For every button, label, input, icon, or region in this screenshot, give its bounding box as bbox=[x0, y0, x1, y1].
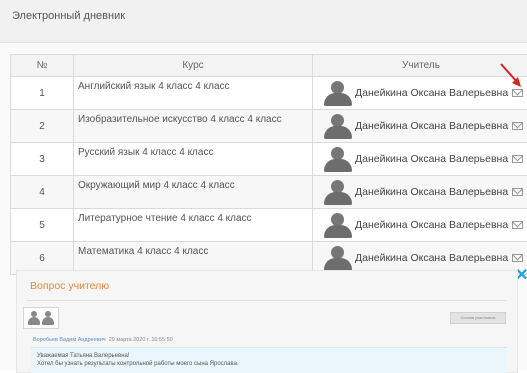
column-header-teacher: Учитель bbox=[313, 55, 527, 77]
course-cell: Английский язык 4 класс 4 класс bbox=[74, 77, 313, 110]
envelope-icon[interactable] bbox=[512, 254, 523, 262]
message-bubble: Уважаемая Татьяна Валерьевна! Хотел бы у… bbox=[31, 347, 507, 373]
teacher-name[interactable]: Данейкина Оксана Валерьевна bbox=[355, 252, 508, 264]
course-link[interactable]: Литературное чтение 4 класс 4 класс bbox=[78, 209, 308, 225]
red-arrow-annotation bbox=[497, 62, 527, 92]
table-row: 3 Русский язык 4 класс 4 класс Данейкина… bbox=[11, 143, 527, 176]
page: Электронный дневник № Курс Учитель 1 Анг… bbox=[0, 0, 527, 371]
page-header: Электронный дневник bbox=[0, 0, 527, 43]
course-cell: Изобразительное искусство 4 класс 4 клас… bbox=[74, 110, 313, 143]
message-date: 29 марта 2020 г. 10:55:50 bbox=[109, 337, 173, 343]
user-avatar-icon bbox=[323, 80, 353, 106]
question-title: Вопрос учителю bbox=[30, 280, 109, 292]
course-link[interactable]: Изобразительное искусство 4 класс 4 клас… bbox=[78, 110, 308, 126]
course-cell: Русский язык 4 класс 4 класс bbox=[74, 143, 313, 176]
teacher-cell: Данейкина Оксана Валерьевна bbox=[313, 110, 527, 143]
envelope-icon[interactable] bbox=[512, 188, 523, 196]
courses-table: № Курс Учитель 1 Английский язык 4 класс… bbox=[10, 54, 527, 275]
course-link[interactable]: Английский язык 4 класс 4 класс bbox=[78, 77, 308, 93]
teacher-cell: Данейкина Оксана Валерьевна bbox=[313, 176, 527, 209]
table-row: 5 Литературное чтение 4 класс 4 класс Да… bbox=[11, 209, 527, 242]
row-number: 2 bbox=[11, 110, 74, 143]
teacher-cell: Данейкина Оксана Валерьевна bbox=[313, 209, 527, 242]
teacher-name[interactable]: Данейкина Оксана Валерьевна bbox=[355, 219, 508, 231]
column-header-course: Курс bbox=[74, 55, 313, 77]
row-number: 1 bbox=[11, 77, 74, 110]
envelope-icon[interactable] bbox=[512, 221, 523, 229]
course-link[interactable]: Окружающий мир 4 класс 4 класс bbox=[78, 176, 308, 192]
message-author[interactable]: Воробьев Вадим Андреевич bbox=[33, 337, 106, 343]
teacher-name[interactable]: Данейкина Оксана Валерьевна bbox=[355, 186, 508, 198]
divider bbox=[27, 300, 507, 301]
course-link[interactable]: Русский язык 4 класс 4 класс bbox=[78, 143, 308, 159]
page-title: Электронный дневник bbox=[12, 10, 125, 22]
column-header-number: № bbox=[11, 55, 74, 77]
table-row: 1 Английский язык 4 класс 4 класс Данейк… bbox=[11, 77, 527, 110]
question-panel: Вопрос учителю Состав участников Воробье… bbox=[16, 270, 518, 373]
course-cell: Окружающий мир 4 класс 4 класс bbox=[74, 176, 313, 209]
user-avatar-icon bbox=[323, 146, 353, 172]
user-avatar-icon bbox=[323, 113, 353, 139]
table-row: 2 Изобразительное искусство 4 класс 4 кл… bbox=[11, 110, 527, 143]
message-line: Уважаемая Татьяна Валерьевна! bbox=[37, 352, 507, 360]
envelope-icon[interactable] bbox=[512, 122, 523, 130]
row-number: 4 bbox=[11, 176, 74, 209]
envelope-icon[interactable] bbox=[512, 155, 523, 163]
participants-avatars[interactable] bbox=[23, 307, 59, 329]
teacher-cell: Данейкина Оксана Валерьевна bbox=[313, 143, 527, 176]
teacher-name[interactable]: Данейкина Оксана Валерьевна bbox=[355, 153, 508, 165]
message-meta: Воробьев Вадим Андреевич 29 марта 2020 г… bbox=[33, 337, 173, 343]
course-cell: Литературное чтение 4 класс 4 класс bbox=[74, 209, 313, 242]
participants-button[interactable]: Состав участников bbox=[450, 312, 506, 324]
teacher-name[interactable]: Данейкина Оксана Валерьевна bbox=[355, 87, 508, 99]
teacher-cell: Данейкина Оксана Валерьевна bbox=[313, 77, 527, 110]
message-line: Хотел бы узнать результаты контрольной р… bbox=[37, 360, 507, 368]
course-link[interactable]: Математика 4 класс 4 класс bbox=[78, 242, 308, 258]
user-avatar-icon bbox=[42, 311, 54, 325]
row-number: 3 bbox=[11, 143, 74, 176]
user-avatar-icon bbox=[323, 212, 353, 238]
table-header-row: № Курс Учитель bbox=[11, 55, 527, 77]
user-avatar-icon bbox=[323, 179, 353, 205]
user-avatar-icon bbox=[323, 245, 353, 271]
row-number: 5 bbox=[11, 209, 74, 242]
teacher-name[interactable]: Данейкина Оксана Валерьевна bbox=[355, 120, 508, 132]
user-avatar-icon bbox=[28, 311, 40, 325]
table-row: 4 Окружающий мир 4 класс 4 класс Данейки… bbox=[11, 176, 527, 209]
